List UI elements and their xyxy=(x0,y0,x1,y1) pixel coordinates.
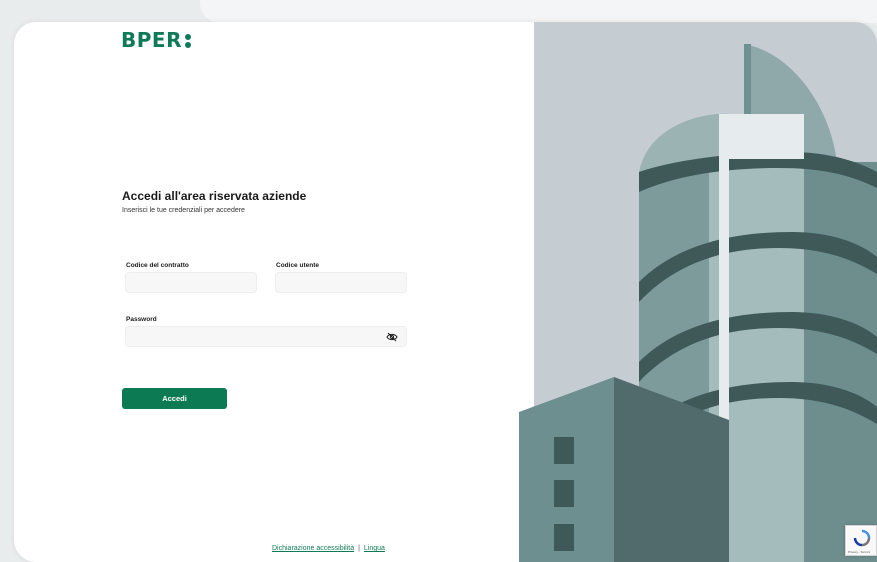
logo-colon-icon xyxy=(184,34,194,48)
login-card: BPER Accedi all'area riservata aziende I… xyxy=(14,22,877,562)
footer-separator: | xyxy=(358,545,360,552)
accessibility-statement-link[interactable]: Dichiarazione accessibilità xyxy=(272,545,354,552)
bper-logo[interactable]: BPER xyxy=(121,28,194,52)
logo-text: BPER xyxy=(121,28,182,52)
page-title: Accedi all'area riservata aziende xyxy=(122,189,307,203)
page-subtitle: Inserisci le tue credenziali per acceder… xyxy=(122,207,245,214)
recaptcha-icon xyxy=(853,529,871,547)
password-label: Password xyxy=(126,316,157,323)
password-field xyxy=(125,326,407,347)
user-code-label: Codice utente xyxy=(276,262,319,269)
footer-links: Dichiarazione accessibilità | Lingua xyxy=(272,545,385,552)
contract-code-label: Codice del contratto xyxy=(126,262,189,269)
language-link[interactable]: Lingua xyxy=(364,545,385,552)
accedi-button[interactable]: Accedi xyxy=(122,388,227,409)
page-background-band xyxy=(200,0,877,23)
user-code-input[interactable] xyxy=(275,272,407,293)
recaptcha-badge[interactable]: Privacy - Termini xyxy=(845,525,877,556)
password-input[interactable] xyxy=(132,327,372,346)
contract-code-input[interactable] xyxy=(125,272,257,293)
recaptcha-terms: Privacy - Termini xyxy=(848,550,871,554)
building-illustration xyxy=(519,22,877,562)
eye-off-icon[interactable] xyxy=(386,331,398,343)
